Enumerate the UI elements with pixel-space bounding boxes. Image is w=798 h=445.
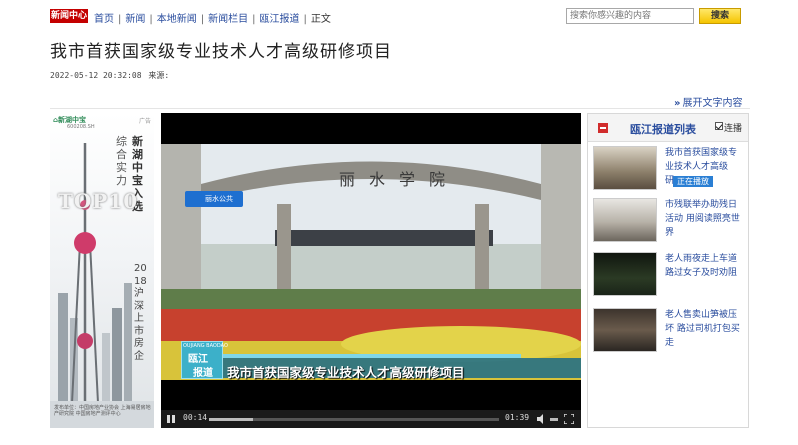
ad-footer: 发布单位：中国房地产业协会 上海易居房地产研究院 中国房地产测评中心 [54, 405, 151, 417]
lower-third-logo-line-2: 报道 [193, 368, 213, 379]
progress-fill [209, 418, 253, 421]
news-center-logo[interactable]: 新闻中心 [50, 9, 88, 23]
playlist-item[interactable]: 我市首获国家级专业技术人才高级研… 正在播放 [593, 146, 745, 192]
video-thumbnail[interactable] [593, 308, 657, 352]
playlist-panel: 瓯江报道列表 连播 我市首获国家级专业技术人才高级研… 正在播放 市残联举办助残… [587, 113, 749, 428]
source-label: 来源: [148, 71, 170, 80]
playlist-item[interactable]: 市残联举办助残日活动 用阅读照亮世界 [593, 198, 745, 244]
breadcrumb-current: 正文 [310, 14, 331, 25]
search-button[interactable]: 搜索 [699, 8, 741, 24]
station-name: 丽水公共 [205, 195, 233, 203]
playlist-item[interactable]: 老人售卖山笋被压坏 路过司机打包买走 [593, 308, 745, 354]
video-thumbnail[interactable] [593, 252, 657, 296]
video-controls: 00:14 01:39 [161, 410, 581, 428]
pause-icon[interactable] [166, 414, 176, 424]
article-meta: 2022-05-12 20:32:08 来源: [50, 70, 171, 81]
breadcrumb: 首页 | 新闻 | 本地新闻 | 新闻栏目 | 瓯江报道 | 正文 [94, 10, 331, 25]
lower-third-pinyin: OUJIANG BAODAO [183, 343, 228, 349]
ad-line-2: 综合实力 [116, 135, 127, 187]
breadcrumb-local-news[interactable]: 本地新闻 [157, 10, 197, 25]
video-player[interactable]: 丽水公共 丽水学院 OUJIANG BAODAO 瓯江 报道 我市首获国家级专业… [161, 113, 581, 428]
autoplay-label: 连播 [724, 124, 743, 134]
now-playing-badge: 正在播放 [673, 176, 713, 187]
fullscreen-icon[interactable] [564, 414, 574, 424]
breadcrumb-home[interactable]: 首页 [94, 10, 114, 25]
ad-banner[interactable]: ⌂新湖中宝 600208.SH 广告 新湖中宝入选 综合实力 TOP10 201… [50, 113, 154, 428]
lower-third-logo-line-1: 瓯江 [188, 354, 208, 365]
breadcrumb-news[interactable]: 新闻 [125, 10, 145, 25]
top-bar: 新闻中心 首页 | 新闻 | 本地新闻 | 新闻栏目 | 瓯江报道 | 正文 搜索你感兴趣的内容 搜… [0, 0, 798, 32]
breadcrumb-news-columns[interactable]: 新闻栏目 [208, 10, 248, 25]
playlist-item[interactable]: 老人雨夜走上车道 路过女子及时劝阻 [593, 252, 745, 298]
playlist-header: 瓯江报道列表 连播 [588, 114, 748, 142]
expand-text-link[interactable]: » 展开文字内容 [674, 94, 742, 109]
search-input[interactable]: 搜索你感兴趣的内容 [566, 8, 694, 24]
gate-inscription: 丽水学院 [339, 170, 460, 189]
collapse-icon[interactable] [598, 123, 608, 133]
playlist-title: 瓯江报道列表 [630, 123, 696, 136]
lower-third-title: 我市首获国家级专业技术人才高级研修项目 [227, 365, 465, 380]
ad-tag: 广告 [138, 118, 151, 125]
ad-top10-badge: TOP10 [58, 189, 139, 213]
progress-bar[interactable] [209, 418, 499, 421]
breadcrumb-oujiang[interactable]: 瓯江报道 [260, 10, 300, 25]
page-title: 我市首获国家级专业技术人才高级研修项目 [50, 42, 392, 62]
playlist-item-title[interactable]: 老人雨夜走上车道 路过女子及时劝阻 [665, 252, 745, 280]
video-thumbnail[interactable] [593, 146, 657, 190]
volume-icon[interactable] [536, 414, 548, 424]
time-total: 01:39 [505, 413, 530, 422]
divider [50, 108, 750, 109]
publish-datetime: 2022-05-12 20:32:08 [50, 71, 142, 80]
autoplay-checkbox[interactable] [715, 122, 723, 130]
ad-stock-code: 600208.SH [67, 124, 95, 130]
playlist-item-title[interactable]: 老人售卖山笋被压坏 路过司机打包买走 [665, 308, 745, 350]
video-thumbnail[interactable] [593, 198, 657, 242]
volume-slider[interactable] [550, 418, 558, 421]
playlist-item-title[interactable]: 市残联举办助残日活动 用阅读照亮世界 [665, 198, 745, 240]
video-frame[interactable]: 丽水公共 丽水学院 OUJIANG BAODAO 瓯江 报道 我市首获国家级专业… [161, 144, 581, 380]
time-current: 00:14 [183, 413, 208, 422]
ad-line-3: 2018沪深上市房企 [134, 263, 147, 362]
